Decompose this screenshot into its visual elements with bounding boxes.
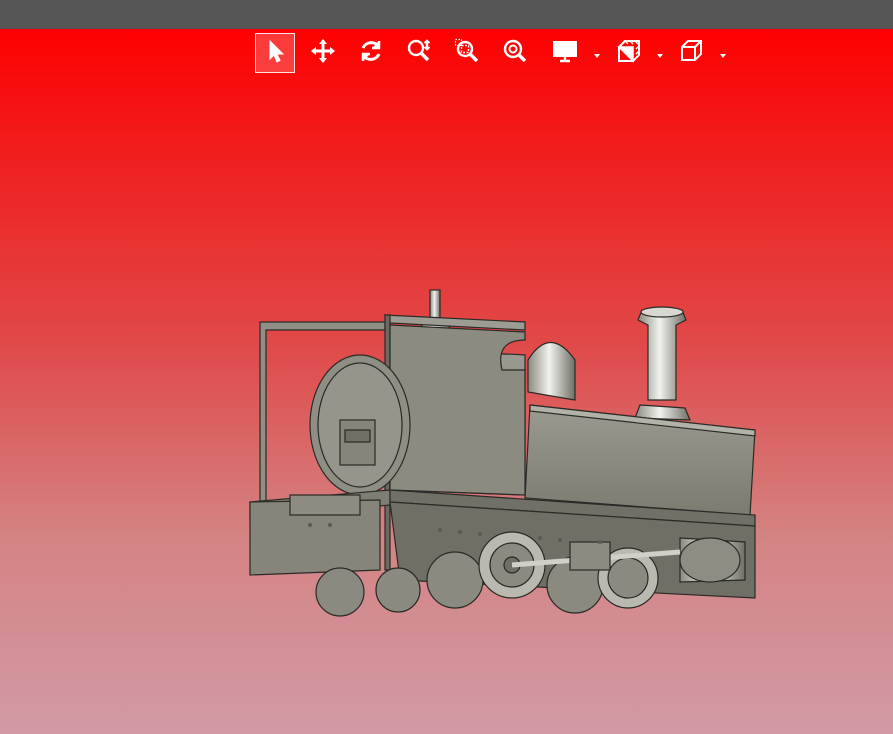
zoom-fit-icon (502, 38, 528, 69)
monitor-icon (552, 38, 578, 69)
section-view-dropdown[interactable] (655, 48, 665, 58)
zoom-fit-tool-button[interactable] (495, 33, 535, 73)
cursor-arrow-icon (262, 38, 288, 69)
display-mode-dropdown[interactable] (592, 48, 602, 58)
chimney (637, 309, 687, 401)
zoom-updown-icon (406, 38, 432, 69)
select-tool-button[interactable] (255, 33, 295, 73)
pan-tool-button[interactable] (303, 33, 343, 73)
display-mode-button[interactable] (545, 33, 585, 73)
locomotive-3d-model[interactable] (240, 280, 770, 625)
section-view-icon (616, 38, 642, 69)
window-title-bar (0, 0, 893, 29)
view-orientation-dropdown[interactable] (718, 48, 728, 58)
rotate-icon (358, 38, 384, 69)
zoom-tool-button[interactable] (399, 33, 439, 73)
move-arrows-icon (310, 38, 336, 69)
chevron-down-icon (655, 48, 665, 65)
chevron-down-icon (592, 48, 602, 65)
section-view-button[interactable] (609, 33, 649, 73)
steam-dome (527, 342, 576, 401)
zoom-window-tool-button[interactable] (447, 33, 487, 73)
rotate-tool-button[interactable] (351, 33, 391, 73)
zoom-window-icon (454, 38, 480, 69)
front-bogie-wheel (315, 567, 365, 617)
cube-view-icon (678, 38, 704, 69)
chevron-down-icon (718, 48, 728, 65)
view-orientation-button[interactable] (671, 33, 711, 73)
